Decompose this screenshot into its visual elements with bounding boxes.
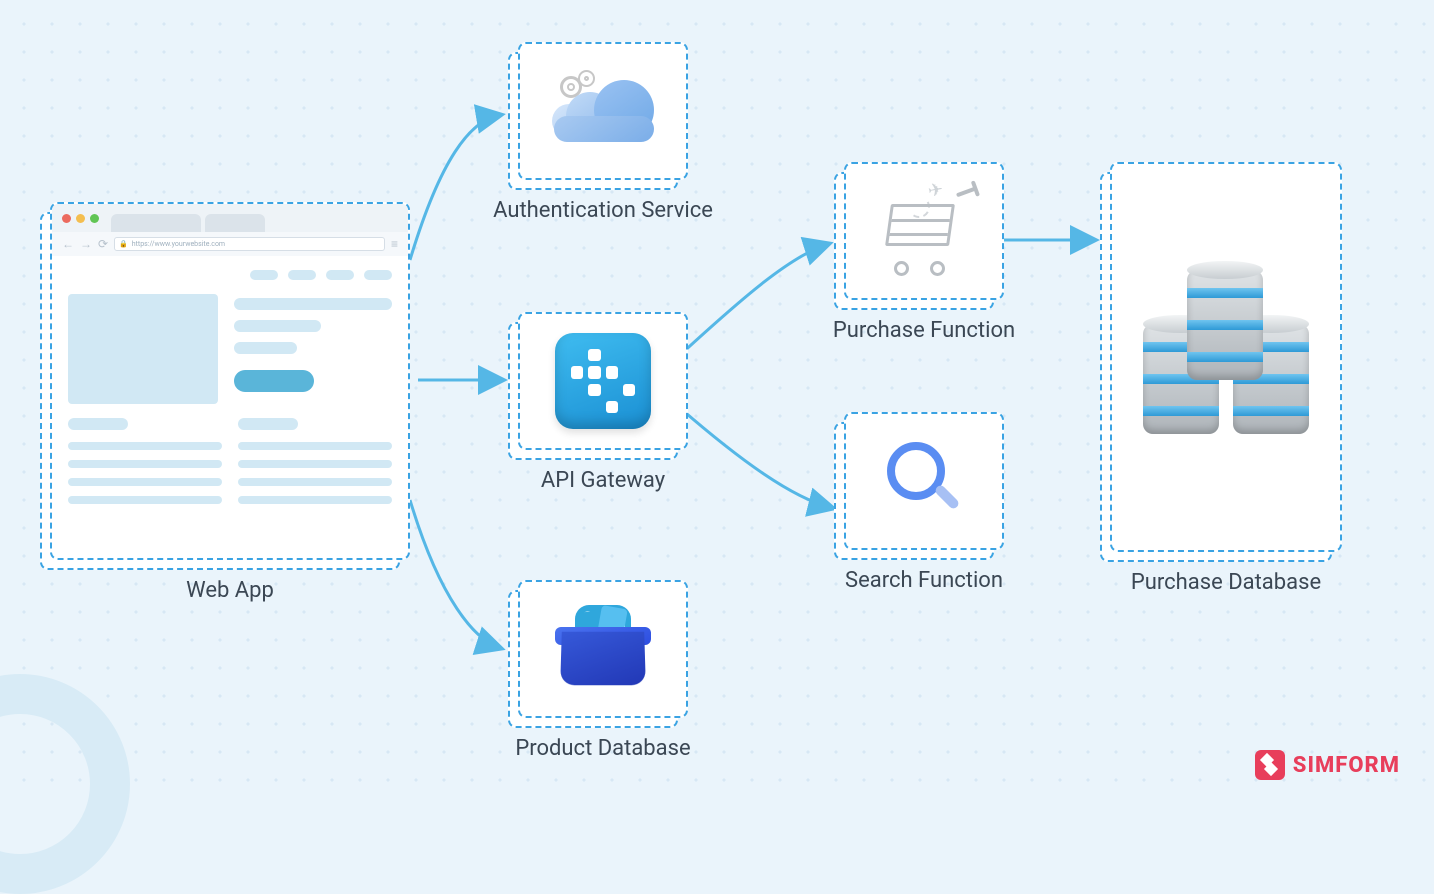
node-label-search-fn: Search Function [845,568,1003,593]
node-web-app: ← → ⟳ 🔒 https://www.yourwebsite.com ≡ [50,202,410,560]
node-purchase-db: Purchase Database [1110,162,1342,552]
card: ← → ⟳ 🔒 https://www.yourwebsite.com ≡ [50,202,410,560]
node-api-gateway: API Gateway [518,312,688,450]
node-auth-service: Authentication Service [518,42,688,180]
card [844,412,1004,550]
node-label-api-gateway: API Gateway [541,468,665,493]
forward-icon: → [80,237,92,251]
diagram-stage: ← → ⟳ 🔒 https://www.yourwebsite.com ≡ [0,0,1434,804]
address-bar: 🔒 https://www.yourwebsite.com [114,237,385,251]
node-label-purchase-db: Purchase Database [1131,570,1321,595]
traffic-light-green [90,214,99,223]
cloud-gears-icon [548,76,658,146]
magnifier-icon [879,436,969,526]
node-product-db: Product Database [518,580,688,718]
reload-icon: ⟳ [98,237,108,251]
card [518,580,688,718]
node-label-product-db: Product Database [515,736,690,761]
card: ✈ [844,162,1004,300]
lock-icon: 🔒 [119,240,128,248]
back-icon: ← [62,237,74,251]
traffic-light-red [62,214,71,223]
simform-logo-icon [1255,750,1285,780]
card [1110,162,1342,552]
node-purchase-fn: ✈ Purchase Function [844,162,1004,300]
browser-window-icon: ← → ⟳ 🔒 https://www.yourwebsite.com ≡ [52,204,408,558]
card [518,312,688,450]
paper-plane-icon: ✈ [926,179,945,202]
address-text: https://www.yourwebsite.com [132,240,225,248]
node-label-web-app: Web App [186,578,274,603]
card [518,42,688,180]
shopping-basket-icon [555,609,651,689]
brand-watermark: SIMFORM [1255,750,1400,780]
traffic-light-yellow [76,214,85,223]
shopping-cart-icon: ✈ [874,186,974,276]
database-cylinders-icon [1141,262,1311,452]
pixel-tile-icon [555,333,651,429]
node-label-purchase-fn: Purchase Function [833,318,1015,343]
menu-icon: ≡ [391,237,398,251]
brand-name: SIMFORM [1293,753,1400,778]
node-search-fn: Search Function [844,412,1004,550]
node-label-auth: Authentication Service [493,198,713,223]
